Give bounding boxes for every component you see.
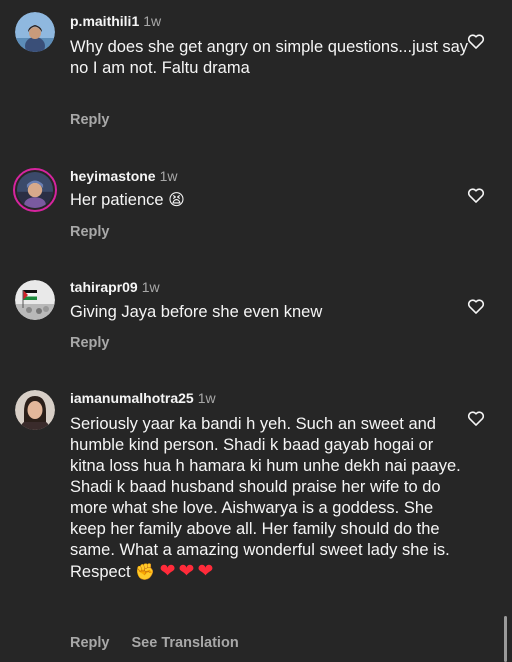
heart-outline-icon[interactable] xyxy=(466,296,486,316)
comment-actions: Reply xyxy=(70,111,110,129)
username[interactable]: iamanumalhotra25 xyxy=(70,390,194,406)
avatar-image xyxy=(15,12,55,52)
reply-button[interactable]: Reply xyxy=(70,635,110,651)
comment-header: heyimastone 1w xyxy=(70,167,178,185)
timestamp[interactable]: 1w xyxy=(142,279,160,295)
comment-header: p.maithili1 1w xyxy=(70,12,161,30)
see-translation-button[interactable]: See Translation xyxy=(132,635,239,651)
comment-text: Why does she get angry on simple questio… xyxy=(70,38,469,77)
timestamp[interactable]: 1w xyxy=(143,13,161,29)
username[interactable]: tahirapr09 xyxy=(70,279,138,295)
comment-header: iamanumalhotra25 1w xyxy=(70,389,216,407)
comment-actions: Reply See Translation xyxy=(70,634,239,652)
avatar-image xyxy=(15,390,55,430)
avatar[interactable] xyxy=(13,168,57,212)
avatar[interactable] xyxy=(15,12,55,52)
comment-text-body: Her patience xyxy=(70,191,164,209)
tired-face-emoji: 😫 xyxy=(168,192,185,209)
scrollbar[interactable] xyxy=(504,616,507,662)
avatar-image xyxy=(17,172,53,208)
reply-button[interactable]: Reply xyxy=(70,112,110,128)
comment-actions: Reply xyxy=(70,334,110,352)
username[interactable]: p.maithili1 xyxy=(70,13,139,29)
username[interactable]: heyimastone xyxy=(70,168,156,184)
comment-header: tahirapr09 1w xyxy=(70,278,160,296)
avatar[interactable] xyxy=(15,390,55,430)
comment-text: Seriously yaar ka bandi h yeh. Such an s… xyxy=(70,414,465,583)
avatar-image xyxy=(15,280,55,320)
avatar[interactable] xyxy=(15,280,55,320)
comment-text: Her patience 😫 xyxy=(70,190,470,211)
heart-outline-icon[interactable] xyxy=(466,185,486,205)
comment-text: Giving Jaya before she even knew xyxy=(70,303,323,321)
timestamp[interactable]: 1w xyxy=(160,168,178,184)
comment-text-body: Seriously yaar ka bandi h yeh. Such an s… xyxy=(70,415,461,581)
heart-outline-icon[interactable] xyxy=(466,408,486,428)
raised-fist-emoji: ✊ xyxy=(135,564,156,581)
reply-button[interactable]: Reply xyxy=(70,335,110,351)
reply-button[interactable]: Reply xyxy=(70,224,110,240)
timestamp[interactable]: 1w xyxy=(198,390,216,406)
heart-outline-icon[interactable] xyxy=(466,31,486,51)
comment-actions: Reply xyxy=(70,223,110,241)
red-heart-emoji: ❤❤❤ xyxy=(159,561,217,582)
